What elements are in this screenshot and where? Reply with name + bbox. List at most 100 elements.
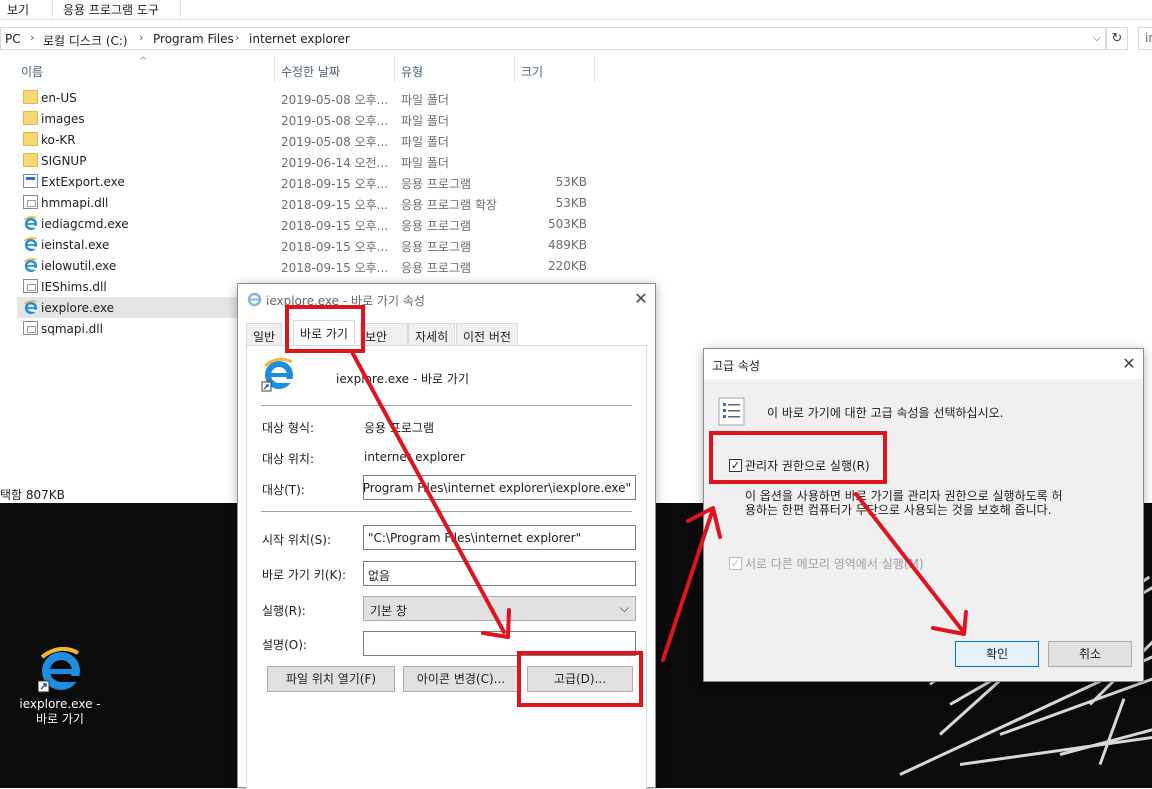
breadcrumb-program-files[interactable]: Program Files <box>153 32 234 46</box>
file-row[interactable]: images 2019-05-08 오후... 파일 폴더 <box>17 108 594 129</box>
refresh-button[interactable]: ↻ <box>1106 27 1128 50</box>
file-row[interactable]: hmmapi.dll 2018-09-15 오후... 응용 프로그램 확장 53KB <box>17 192 594 213</box>
column-size[interactable]: 크기 <box>521 63 543 80</box>
comment-label: 설명(O): <box>262 638 307 652</box>
open-file-location-button[interactable]: 파일 위치 열기(F) <box>267 666 395 692</box>
ie-icon <box>247 292 262 307</box>
file-type: 응용 프로그램 <box>401 240 472 254</box>
address-bar[interactable]: PC › 로컬 디스크 (C:) › Program Files › inter… <box>0 27 1106 50</box>
file-row[interactable]: en-US 2019-05-08 오후... 파일 폴더 <box>17 87 594 108</box>
file-size: 503KB <box>547 217 587 231</box>
file-name: IEShims.dll <box>41 280 107 294</box>
target-label: 대상(T): <box>262 483 305 497</box>
shortcut-key-label: 바로 가기 키(K): <box>262 568 347 582</box>
target-location-label: 대상 위치: <box>262 452 315 466</box>
tab-details[interactable]: 자세히 <box>408 323 456 345</box>
file-type: 응용 프로그램 확장 <box>401 198 497 212</box>
file-type: 파일 폴더 <box>401 93 449 107</box>
file-date: 2019-06-14 오전... <box>281 156 389 170</box>
chevron-right-icon[interactable]: › <box>139 31 143 44</box>
column-name[interactable]: 이름 <box>21 63 43 80</box>
file-size: 53KB <box>555 196 587 210</box>
ok-button[interactable]: 확인 <box>955 641 1039 667</box>
shortcut-name: iexplore.exe - 바로 가기 <box>336 372 469 386</box>
file-date: 2018-09-15 오후... <box>281 198 389 212</box>
file-row[interactable]: ielowutil.exe 2018-09-15 오후... 응용 프로그램 220K… <box>17 255 594 276</box>
start-in-label: 시작 위치(S): <box>262 533 331 547</box>
ie-icon <box>23 258 38 273</box>
dll-icon <box>23 195 38 209</box>
sort-up-icon: ^ <box>139 56 148 67</box>
file-name: sqmapi.dll <box>41 322 103 336</box>
advanced-properties-dialog: 고급 속성 ✕ 이 바로 가기에 대한 고급 속성을 선택하십시오. ✓ 관리자… <box>703 348 1144 682</box>
file-size: 53KB <box>555 175 587 189</box>
close-icon[interactable]: ✕ <box>1117 353 1141 375</box>
refresh-icon: ↻ <box>1111 31 1123 46</box>
target-input[interactable]: C:\Program Files\internet explorer\iexpl… <box>363 475 636 500</box>
chevron-down-icon[interactable]: ⌵ <box>1093 31 1101 45</box>
titlebar[interactable]: 고급 속성 ✕ <box>704 349 1143 379</box>
run-select-value: 기본 창 <box>370 604 407 618</box>
column-divider[interactable] <box>594 56 595 82</box>
file-name: iediagcmd.exe <box>41 217 129 231</box>
file-row[interactable]: SIGNUP 2019-06-14 오전... 파일 폴더 <box>17 150 594 171</box>
breadcrumb-drive[interactable]: 로컬 디스크 (C:) <box>43 32 128 49</box>
file-row[interactable]: ko-KR 2019-05-08 오후... 파일 폴더 <box>17 129 594 150</box>
exe-icon <box>23 174 38 188</box>
target-type-value: 응용 프로그램 <box>364 421 435 435</box>
chevron-right-icon[interactable]: › <box>30 31 34 44</box>
start-in-input[interactable]: "C:\Program Files\internet explorer" <box>363 525 636 550</box>
column-type[interactable]: 유형 <box>401 63 423 80</box>
folder-icon <box>23 153 38 167</box>
divider <box>261 511 632 512</box>
folder-icon <box>23 111 38 125</box>
breadcrumb-internet-explorer[interactable]: internet explorer <box>249 32 350 46</box>
target-input-text: C:\Program Files\internet explorer\iexpl… <box>363 481 631 495</box>
column-date[interactable]: 수정한 날짜 <box>281 63 340 80</box>
column-header: 이름 ^ 수정한 날짜 유형 크기 <box>0 56 600 82</box>
file-date: 2018-09-15 오후... <box>281 240 389 254</box>
file-type: 응용 프로그램 <box>401 177 472 191</box>
file-type: 파일 폴더 <box>401 114 449 128</box>
wallpaper-streak <box>1098 698 1126 766</box>
breadcrumb-pc[interactable]: PC <box>5 32 21 46</box>
file-name: ExtExport.exe <box>41 175 125 189</box>
folder-icon <box>23 132 38 146</box>
ribbon-tab-app-tools[interactable]: 응용 프로그램 도구 <box>63 1 159 18</box>
status-bar: 택함 807KB <box>0 488 65 502</box>
annotation-box-shortcut-tab <box>285 305 365 353</box>
checkmark-icon: ✓ <box>730 557 741 570</box>
tab-general[interactable]: 일반 <box>246 323 283 345</box>
separate-memory-checkbox[interactable]: ✓ <box>729 557 742 570</box>
annotation-box-advanced-button <box>517 651 643 707</box>
file-date: 2018-09-15 오후... <box>281 177 389 191</box>
dll-icon <box>23 321 38 335</box>
column-divider[interactable] <box>274 56 275 82</box>
annotation-box-run-as-admin <box>709 431 887 484</box>
separate-memory-label[interactable]: 서로 다른 메모리 영역에서 실행(M) <box>745 555 924 572</box>
file-size: 220KB <box>547 259 587 273</box>
cancel-button[interactable]: 취소 <box>1048 641 1132 667</box>
file-name: ielowutil.exe <box>41 259 117 273</box>
file-row[interactable]: ieinstal.exe 2018-09-15 오후... 응용 프로그램 489KB <box>17 234 594 255</box>
search-input[interactable]: in <box>1138 27 1152 50</box>
change-icon-button[interactable]: 아이콘 변경(C)... <box>403 666 519 692</box>
ie-icon <box>23 216 38 231</box>
file-row[interactable]: iediagcmd.exe 2018-09-15 오후... 응용 프로그램 503K… <box>17 213 594 234</box>
run-select[interactable]: 기본 창 ⌵ <box>363 596 636 621</box>
close-icon[interactable]: ✕ <box>629 288 653 310</box>
column-divider[interactable] <box>514 56 515 82</box>
file-row[interactable]: ExtExport.exe 2018-09-15 오후... 응용 프로그램 53KB <box>17 171 594 192</box>
tab-previous-versions[interactable]: 이전 버전 <box>456 323 518 345</box>
file-size: 489KB <box>547 238 587 252</box>
chevron-right-icon[interactable]: › <box>235 31 239 44</box>
ie-icon <box>23 237 38 252</box>
file-name: en-US <box>41 91 77 105</box>
tab-security[interactable]: 보안 <box>360 323 408 345</box>
desktop-shortcut-iexplore[interactable]: iexplore.exe - 바로 가기 <box>16 645 104 735</box>
column-divider[interactable] <box>394 56 395 82</box>
ribbon-tab-view[interactable]: 보기 <box>7 1 29 18</box>
file-name: hmmapi.dll <box>41 196 109 210</box>
shortcut-key-input[interactable]: 없음 <box>363 561 636 586</box>
file-date: 2019-05-08 오후... <box>281 93 389 107</box>
